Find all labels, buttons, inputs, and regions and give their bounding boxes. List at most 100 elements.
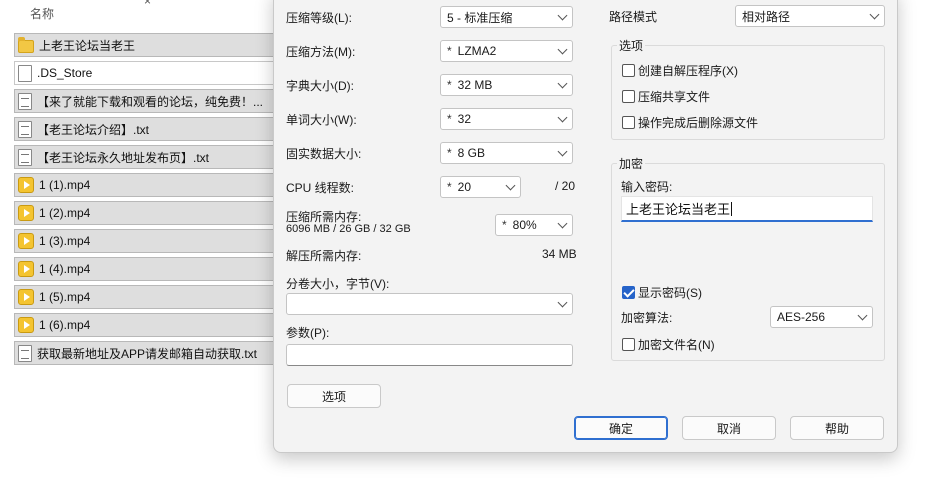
- params-label: 参数(P):: [286, 326, 330, 340]
- delete-after-checkbox[interactable]: 操作完成后删除源文件: [622, 114, 758, 131]
- options-group-title: 选项: [617, 37, 646, 54]
- video-file-icon: [18, 205, 34, 221]
- checkbox-icon: [622, 64, 635, 77]
- show-password-checkbox[interactable]: 显示密码(S): [622, 284, 702, 301]
- cancel-button[interactable]: 取消: [682, 416, 776, 440]
- chevron-down-icon: [557, 10, 568, 21]
- word-label: 单词大小(W):: [286, 113, 357, 127]
- dict-label: 字典大小(D):: [286, 79, 354, 93]
- file-row[interactable]: 获取最新地址及APP请发邮箱自动获取.txt: [14, 341, 284, 365]
- star-marker: *: [502, 218, 507, 232]
- word-size-value: 32: [457, 112, 472, 126]
- compression-method-value: LZMA2: [457, 44, 497, 58]
- star-marker: *: [447, 112, 452, 126]
- compression-dialog: 压缩等级(L): 5 - 标准压缩 压缩方法(M): * LZMA2 字典大小(…: [273, 0, 898, 453]
- cpu-threads-select[interactable]: * 20: [440, 176, 521, 198]
- text-file-icon: [18, 148, 32, 166]
- delete-after-label: 操作完成后删除源文件: [638, 116, 759, 130]
- file-row[interactable]: 1 (3).mp4: [14, 229, 284, 253]
- file-name: 1 (3).mp4: [39, 234, 91, 248]
- chevron-down-icon: [557, 146, 568, 157]
- shared-files-checkbox[interactable]: 压缩共享文件: [622, 88, 710, 105]
- checkbox-icon: [622, 90, 635, 103]
- close-icon[interactable]: ×: [144, 0, 151, 8]
- volume-label: 分卷大小，字节(V):: [286, 277, 390, 291]
- compression-method-select[interactable]: * LZMA2: [440, 40, 573, 62]
- file-row[interactable]: 【来了就能下载和观看的论坛，纯免费！...: [14, 89, 284, 113]
- password-input[interactable]: 上老王论坛当老王: [621, 196, 873, 222]
- word-size-select[interactable]: * 32: [440, 108, 573, 130]
- mem-comp-value: 6096 MB / 26 GB / 32 GB: [286, 223, 411, 235]
- help-button[interactable]: 帮助: [790, 416, 884, 440]
- star-marker: *: [447, 180, 452, 194]
- file-name: 1 (2).mp4: [39, 206, 91, 220]
- file-row[interactable]: 1 (4).mp4: [14, 257, 284, 281]
- password-value: 上老王论坛当老王: [626, 202, 731, 217]
- solid-label: 固实数据大小:: [286, 147, 362, 161]
- memory-percent-value: 80%: [512, 218, 537, 232]
- show-password-label: 显示密码(S): [638, 286, 702, 300]
- text-file-icon: [18, 92, 32, 110]
- file-name: 1 (1).mp4: [39, 178, 91, 192]
- sfx-label: 创建自解压程序(X): [638, 64, 738, 78]
- method-label: 压缩方法(M):: [286, 45, 356, 59]
- file-list-panel: 名称 × 上老王论坛当老王 .DS_Store 【来了就能下载和观看的论坛，纯免…: [0, 0, 284, 480]
- folder-icon: [18, 36, 34, 53]
- threads-label: CPU 线程数:: [286, 181, 355, 195]
- cpu-threads-value: 20: [457, 180, 472, 194]
- text-caret: [731, 201, 733, 216]
- file-name: 【老王论坛介绍】.txt: [37, 122, 150, 137]
- chevron-down-icon: [557, 297, 568, 308]
- encryption-method-select[interactable]: AES-256: [770, 306, 873, 328]
- chevron-down-icon: [857, 310, 868, 321]
- file-row[interactable]: 1 (5).mp4: [14, 285, 284, 309]
- path-mode-value: 相对路径: [742, 9, 791, 24]
- star-marker: *: [447, 146, 452, 160]
- checkbox-icon: [622, 338, 635, 351]
- video-file-icon: [18, 233, 34, 249]
- file-row[interactable]: 【老王论坛永久地址发布页】.txt: [14, 145, 284, 169]
- file-row[interactable]: 1 (1).mp4: [14, 173, 284, 197]
- file-icon: [18, 64, 32, 82]
- threads-max: / 20: [555, 179, 576, 193]
- star-marker: *: [447, 44, 452, 58]
- compression-level-select[interactable]: 5 - 标准压缩: [440, 6, 573, 28]
- file-name: 1 (5).mp4: [39, 290, 91, 304]
- options-button[interactable]: 选项: [287, 384, 381, 408]
- text-file-icon: [18, 120, 32, 138]
- file-name: 1 (6).mp4: [39, 318, 91, 332]
- file-row[interactable]: 1 (6).mp4: [14, 313, 284, 337]
- shared-files-label: 压缩共享文件: [638, 90, 711, 104]
- file-row[interactable]: 上老王论坛当老王: [14, 33, 284, 57]
- file-row[interactable]: 【老王论坛介绍】.txt: [14, 117, 284, 141]
- dictionary-size-select[interactable]: * 32 MB: [440, 74, 573, 96]
- memory-percent-select[interactable]: * 80%: [495, 214, 573, 236]
- video-file-icon: [18, 317, 34, 333]
- path-mode-select[interactable]: 相对路径: [735, 5, 885, 27]
- file-name: 获取最新地址及APP请发邮箱自动获取.txt: [37, 346, 258, 361]
- encryption-group-title: 加密: [617, 155, 646, 172]
- encrypt-names-label: 加密文件名(N): [638, 338, 715, 352]
- chevron-down-icon: [557, 218, 568, 229]
- file-name: 上老王论坛当老王: [39, 38, 136, 53]
- video-file-icon: [18, 177, 34, 193]
- file-name: 1 (4).mp4: [39, 262, 91, 276]
- file-row[interactable]: .DS_Store: [14, 61, 284, 85]
- parameters-input[interactable]: [286, 344, 573, 366]
- name-column-header[interactable]: 名称: [30, 5, 54, 22]
- volume-size-select[interactable]: [286, 293, 573, 315]
- file-row[interactable]: 1 (2).mp4: [14, 201, 284, 225]
- solid-block-size-value: 8 GB: [457, 146, 486, 160]
- chevron-down-icon: [505, 180, 516, 191]
- checkbox-icon: [622, 116, 635, 129]
- dictionary-size-value: 32 MB: [457, 78, 493, 92]
- encrypt-names-checkbox[interactable]: 加密文件名(N): [622, 336, 715, 353]
- sfx-checkbox[interactable]: 创建自解压程序(X): [622, 62, 738, 79]
- compression-level-value: 5 - 标准压缩: [447, 10, 513, 25]
- mem-decomp-value: 34 MB: [542, 247, 577, 261]
- video-file-icon: [18, 289, 34, 305]
- level-label: 压缩等级(L):: [286, 11, 353, 25]
- solid-block-size-select[interactable]: * 8 GB: [440, 142, 573, 164]
- ok-button[interactable]: 确定: [574, 416, 668, 440]
- path-mode-label: 路径模式: [609, 10, 658, 24]
